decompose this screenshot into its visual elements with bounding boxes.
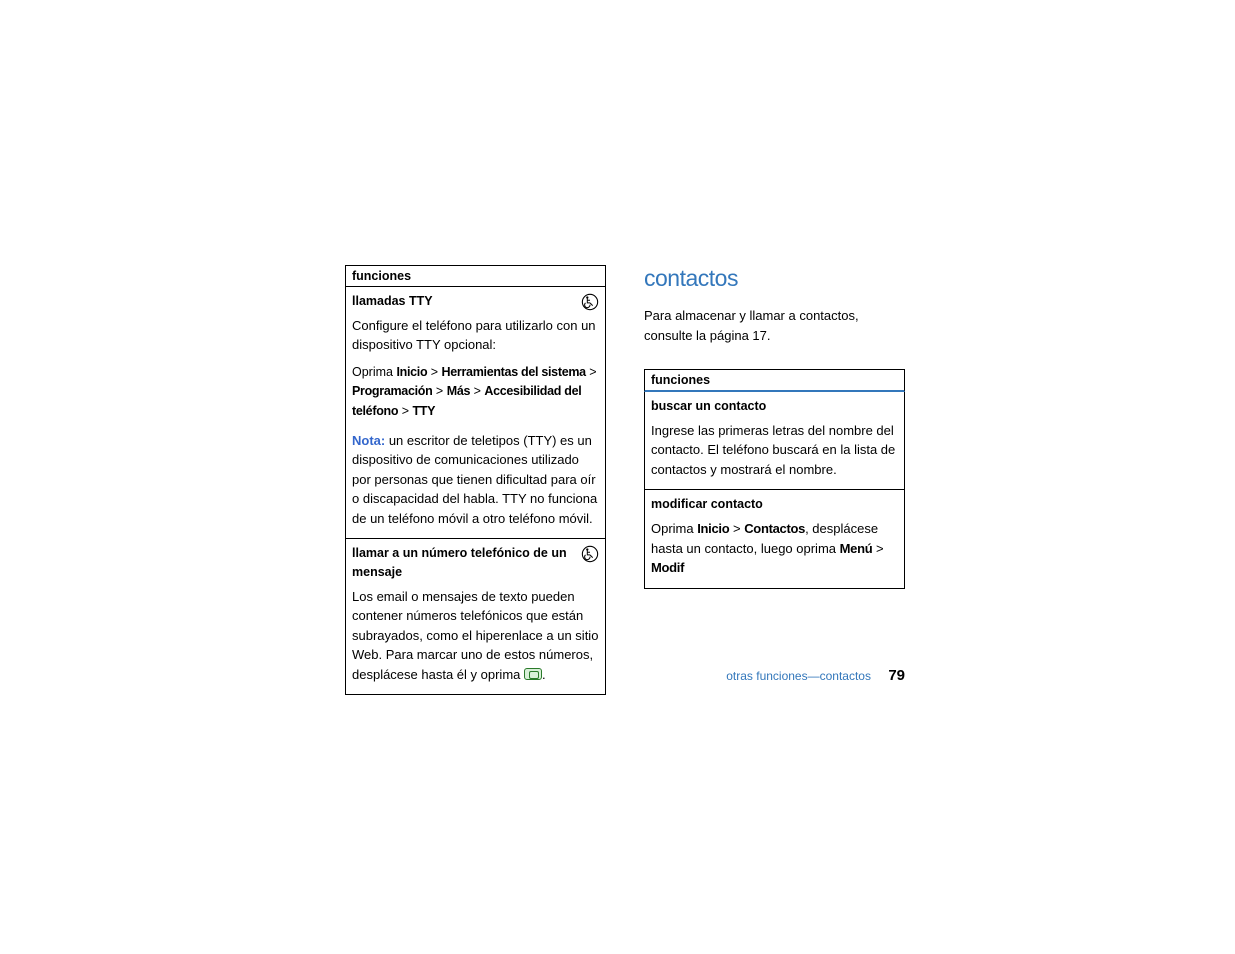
path-kw: Menú (840, 541, 873, 556)
call-key-icon (524, 668, 542, 680)
note-body: un escritor de teletipos (TTY) es un dis… (352, 433, 597, 526)
path-kw: Modif (651, 560, 684, 575)
body-text: Los email o mensajes de texto pueden con… (352, 589, 598, 682)
row-note: Nota: un escritor de teletipos (TTY) es … (352, 431, 599, 529)
table-header-left: funciones (345, 265, 606, 287)
table-row: buscar un contacto Ingrese las primeras … (644, 392, 905, 490)
section-intro: Para almacenar y llamar a contactos, con… (644, 306, 905, 345)
row-intro: Configure el teléfono para utilizarlo co… (352, 316, 599, 355)
path-sep: > (729, 521, 744, 536)
trailing: . (542, 667, 546, 682)
page-footer: otras funciones—contactos 79 (726, 667, 905, 684)
path-kw: Inicio (396, 365, 427, 379)
path-kw: Inicio (697, 521, 729, 536)
section-heading: contactos (644, 265, 905, 292)
table-row: llamadas TTY Configure el teléfono para … (345, 287, 606, 539)
table-row: llamar a un número telefónico de un mens… (345, 539, 606, 695)
page-content: funciones llamadas TTY Configure el telé… (345, 265, 905, 695)
path-kw: Herramientas del sistema (442, 365, 586, 379)
note-label: Nota: (352, 433, 385, 448)
row-title: modificar contacto (651, 495, 898, 514)
row-body: Los email o mensajes de texto pueden con… (352, 587, 599, 685)
table-header-right: funciones (644, 369, 905, 392)
accessibility-icon (581, 293, 599, 311)
row-body: Oprima Inicio > Contactos, desplácese ha… (651, 519, 898, 578)
path-kw: Programación (352, 384, 432, 398)
path-kw: Más (447, 384, 470, 398)
right-column: contactos Para almacenar y llamar a cont… (644, 265, 905, 695)
table-row: modificar contacto Oprima Inicio > Conta… (644, 490, 905, 588)
row-title: llamar a un número telefónico de un mens… (352, 544, 599, 582)
path-prefix: Oprima (651, 521, 697, 536)
row-body: Ingrese las primeras letras del nombre d… (651, 421, 898, 480)
path-sep: > (872, 541, 883, 556)
row-title: buscar un contacto (651, 397, 898, 416)
path-prefix: Oprima (352, 365, 396, 379)
path-kw: Contactos (744, 521, 805, 536)
nav-path: Oprima Inicio > Herramientas del sistema… (352, 363, 599, 421)
left-column: funciones llamadas TTY Configure el telé… (345, 265, 606, 695)
accessibility-icon (581, 545, 599, 563)
page-number: 79 (888, 667, 905, 684)
path-kw: TTY (412, 404, 435, 418)
row-title: llamadas TTY (352, 292, 599, 311)
footer-text: otras funciones—contactos (726, 669, 871, 683)
